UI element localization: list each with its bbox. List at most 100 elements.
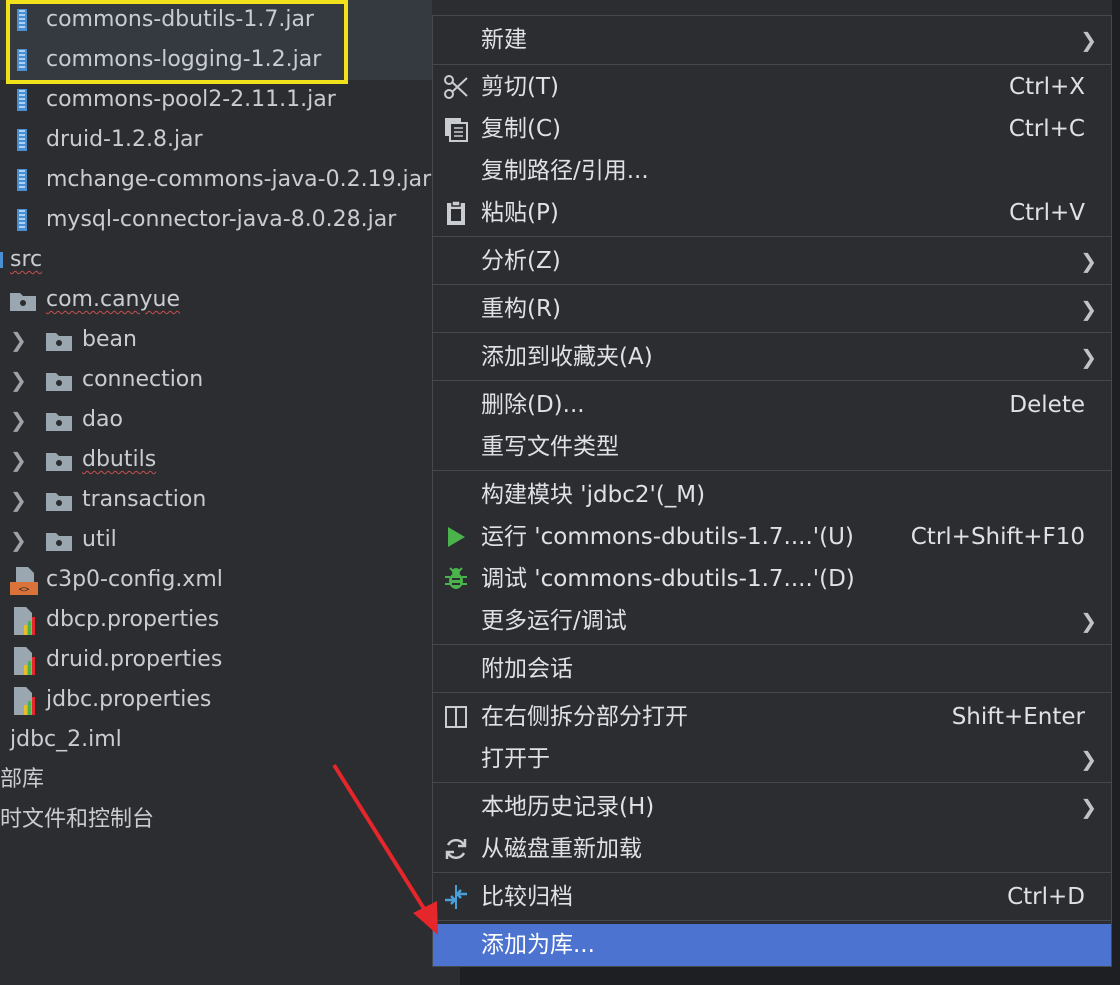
tree-item-label: mchange-commons-java-0.2.19.jar [46,167,432,192]
menu-item-label: 更多运行/调试 [481,608,627,634]
menu-item-shortcut: Ctrl+D [1007,884,1085,910]
menu-item-open-split-right[interactable]: 在右侧拆分部分打开 Shift+Enter [433,696,1111,738]
menu-item-add-as-library[interactable]: 添加为库... [433,924,1111,966]
properties-file-icon [14,607,35,635]
tree-item-label: dao [82,407,123,432]
package-folder-icon [46,413,72,431]
tree-item-label: jdbc_2.iml [10,727,122,752]
jar-icon [17,89,27,111]
menu-item-label: 比较归档 [481,884,573,910]
menu-item-shortcut: Ctrl+V [1009,200,1085,226]
chevron-right-icon[interactable]: ❯ [10,480,27,520]
menu-item-add-to-favorites[interactable]: 添加到收藏夹(A) ❯ [433,336,1111,378]
menu-item-run[interactable]: 运行 'commons-dbutils-1.7....'(U) Ctrl+Shi… [433,516,1111,558]
menu-item-label: 粘贴(P) [481,200,559,226]
menu-separator [433,470,1111,471]
menu-item-shortcut: Ctrl+Shift+F10 [910,524,1085,550]
tree-item-label: dbcp.properties [46,607,220,632]
tree-item-label: druid-1.2.8.jar [46,127,203,152]
jar-icon [17,169,27,191]
tree-item-mchange-commons[interactable]: mchange-commons-java-0.2.19.jar [0,160,432,200]
menu-item-paste[interactable]: 粘贴(P) Ctrl+V [433,192,1111,234]
tree-item-label: com.canyue [46,287,180,312]
xml-file-icon: <> [10,567,38,595]
menu-item-new[interactable]: 新建 ❯ [433,19,1111,61]
jar-icon [17,209,27,231]
menu-item-label: 添加到收藏夹(A) [481,344,653,370]
menu-item-label: 打开于 [481,746,550,772]
copy-icon [445,118,468,142]
menu-separator [433,872,1111,873]
submenu-arrow-icon: ❯ [1080,28,1097,52]
chevron-right-icon[interactable]: ❯ [10,400,27,440]
menu-item-local-history[interactable]: 本地历史记录(H) ❯ [433,786,1111,828]
package-folder-icon [46,453,72,471]
menu-item-shortcut: Shift+Enter [951,704,1085,730]
menu-item-debug[interactable]: 调试 'commons-dbutils-1.7....'(D) [433,558,1111,600]
menu-item-open-in[interactable]: 打开于 ❯ [433,738,1111,780]
menu-separator [433,692,1111,693]
menu-item-label: 在右侧拆分部分打开 [481,704,688,730]
jar-icon [17,129,27,151]
svg-text:<>: <> [19,585,30,595]
chevron-right-icon[interactable]: ❯ [10,320,27,360]
menu-item-label: 调试 'commons-dbutils-1.7....'(D) [481,566,855,592]
menu-item-label: 重构(R) [481,296,561,322]
menu-item-build-module[interactable]: 构建模块 'jdbc2'(_M) [433,474,1111,516]
tree-item-label: jdbc.properties [46,687,212,712]
menu-item-label: 新建 [481,27,527,53]
tree-item-label: transaction [82,487,207,512]
menu-item-cut[interactable]: 剪切(T) Ctrl+X [433,66,1111,108]
tree-item-label: mysql-connector-java-8.0.28.jar [46,207,397,232]
chevron-right-icon[interactable]: ❯ [10,520,27,560]
menu-item-label: 复制(C) [481,116,562,142]
menu-item-copy[interactable]: 复制(C) Ctrl+C [433,108,1111,150]
chevron-right-icon[interactable]: ❯ [10,360,27,400]
submenu-arrow-icon: ❯ [1080,297,1097,321]
menu-item-shortcut: Ctrl+X [1009,74,1085,100]
menu-separator [433,236,1111,237]
menu-item-label: 附加会话 [481,656,573,682]
reload-icon [445,838,467,860]
run-icon [448,527,465,547]
menu-item-label: 分析(Z) [481,248,561,274]
menu-item-copy-path[interactable]: 复制路径/引用... [433,150,1111,192]
menu-item-reload-from-disk[interactable]: 从磁盘重新加载 [433,828,1111,870]
context-menu: 新建 ❯ 剪切(T) Ctrl+X 复制(C) Ctrl+C 复制路径/引用..… [432,15,1112,967]
package-folder-icon [46,493,72,511]
menu-item-label: 构建模块 'jdbc2'(_M) [481,482,706,508]
menu-item-delete[interactable]: 删除(D)... Delete [433,384,1111,426]
menu-separator [433,332,1111,333]
package-folder-icon [46,373,72,391]
menu-separator [433,284,1111,285]
properties-file-icon [14,647,35,675]
menu-item-label: 复制路径/引用... [481,158,649,184]
debug-icon [445,567,467,589]
menu-item-more-run-debug[interactable]: 更多运行/调试 ❯ [433,600,1111,642]
editor-gutter [460,966,1112,985]
menu-separator [433,920,1111,921]
editor-strip [1112,0,1120,985]
chevron-right-icon[interactable]: ❯ [10,440,27,480]
menu-item-analyze[interactable]: 分析(Z) ❯ [433,240,1111,282]
menu-item-label: 重写文件类型 [481,434,619,460]
highlight-box [6,0,348,84]
menu-item-override-file-type[interactable]: 重写文件类型 [433,426,1111,468]
submenu-arrow-icon: ❯ [1080,345,1097,369]
submenu-arrow-icon: ❯ [1080,609,1097,633]
menu-separator [433,782,1111,783]
tree-item-label: 时文件和控制台 [0,807,155,832]
menu-item-compare-archives[interactable]: 比较归档 Ctrl+D [433,876,1111,918]
tree-item-label: connection [82,367,204,392]
paste-icon [447,200,465,225]
package-folder-icon [46,533,72,551]
menu-item-label: 从磁盘重新加载 [481,836,642,862]
menu-item-refactor[interactable]: 重构(R) ❯ [433,288,1111,330]
menu-separator [433,64,1111,65]
menu-item-label: 本地历史记录(H) [481,794,655,820]
tree-item-label: c3p0-config.xml [46,567,223,592]
menu-item-label: 添加为库... [481,932,595,958]
tree-item-label: src [10,247,43,272]
project-tree: commons-dbutils-1.7.jar commons-logging-… [0,0,432,985]
menu-item-attach-session[interactable]: 附加会话 [433,648,1111,690]
